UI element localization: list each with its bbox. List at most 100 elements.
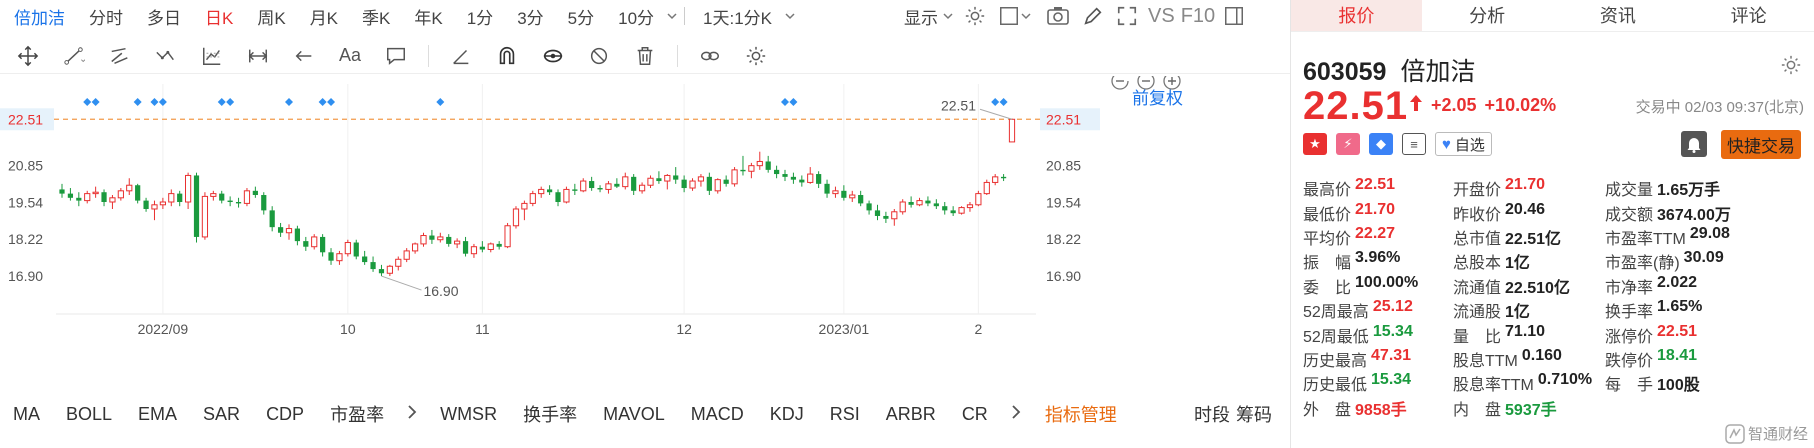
stat-cell: 52周最低 15.34 xyxy=(1303,323,1453,347)
eye-icon[interactable] xyxy=(531,41,575,71)
settings-icon[interactable] xyxy=(734,41,778,71)
chevron-down-icon[interactable] xyxy=(942,10,954,22)
stat-label: 市盈率TTM xyxy=(1605,230,1686,248)
lightning-icon[interactable]: ⚡ xyxy=(1336,133,1360,155)
stat-value: 100股 xyxy=(1657,377,1700,395)
indicator-arbr[interactable]: ARBR xyxy=(873,404,949,425)
tab-news[interactable]: 资讯 xyxy=(1553,0,1684,31)
y-tick-label-right: 22.51 xyxy=(1046,111,1081,127)
event-marker xyxy=(781,98,790,106)
stat-label: 52周最低 xyxy=(1303,328,1369,346)
indicator-turnover[interactable]: 换手率 xyxy=(510,401,590,427)
angle-tool-icon[interactable] xyxy=(439,41,483,71)
channel-tool-icon[interactable] xyxy=(98,41,142,71)
hide-icon[interactable] xyxy=(577,41,621,71)
link-icon[interactable] xyxy=(688,41,732,71)
text-tool-icon[interactable]: Aa xyxy=(328,41,372,71)
line-tool-icon[interactable] xyxy=(52,41,96,71)
tab-quote[interactable]: 报价 xyxy=(1291,0,1422,31)
chevron-down-icon[interactable] xyxy=(666,10,678,22)
candle-body xyxy=(807,173,814,183)
stock-name: 倍加洁 xyxy=(1400,58,1476,86)
chip-distribution-button[interactable]: 筹码 xyxy=(1236,401,1272,427)
period-1min[interactable]: 1分 xyxy=(455,4,505,29)
magnet-icon[interactable] xyxy=(485,41,529,71)
trash-icon[interactable] xyxy=(623,41,667,71)
tag-icon[interactable]: ◆ xyxy=(1369,133,1393,155)
indicator-cdp[interactable]: CDP xyxy=(253,404,317,425)
chevron-right-icon[interactable] xyxy=(397,404,427,425)
indicator-mavol[interactable]: MAVOL xyxy=(590,404,678,425)
indicator-wmsr[interactable]: WMSR xyxy=(427,404,510,425)
candle-body xyxy=(740,169,746,172)
time-period-button[interactable]: 时段 xyxy=(1194,401,1230,427)
note-tool-icon[interactable] xyxy=(374,41,418,71)
tab-comments[interactable]: 评论 xyxy=(1683,0,1814,31)
pen-icon[interactable] xyxy=(1082,5,1104,27)
indicator-macd[interactable]: MACD xyxy=(678,404,757,425)
fullscreen-icon[interactable] xyxy=(1116,5,1138,27)
chevron-right-icon[interactable] xyxy=(1001,404,1031,425)
indicator-boll[interactable]: BOLL xyxy=(53,404,125,425)
stat-value: 18.41 xyxy=(1657,346,1698,364)
candle-body xyxy=(832,190,839,195)
candle-body xyxy=(773,169,780,175)
chevron-down-icon[interactable] xyxy=(1020,10,1032,22)
period-daily-k[interactable]: 日K xyxy=(193,4,245,29)
watermark-logo: 智通财经 xyxy=(1725,423,1808,444)
document-icon[interactable]: ≡ xyxy=(1402,133,1426,155)
candle-body xyxy=(344,242,351,255)
chart-canvas[interactable]: 2022/09 10 11 12 2023/01 2 22.51 22.51 20.85 20.8… xyxy=(0,76,1290,386)
undo-icon[interactable] xyxy=(1111,76,1129,90)
candle-body xyxy=(689,180,696,189)
fib-tool-icon[interactable] xyxy=(190,41,234,71)
period-yearly-k[interactable]: 年K xyxy=(402,4,454,29)
tab-analysis[interactable]: 分析 xyxy=(1422,0,1553,31)
period-3min[interactable]: 3分 xyxy=(505,4,555,29)
vs-compare-button[interactable]: VS xyxy=(1148,5,1175,28)
bell-icon[interactable] xyxy=(1681,131,1707,157)
period-intraday[interactable]: 分时 xyxy=(77,4,135,29)
candlestick-chart[interactable]: 2022/09 10 11 12 2023/01 2 22.51 22.51 20.85 20.8… xyxy=(0,76,1290,386)
chart-type-icon[interactable] xyxy=(998,5,1020,27)
candle-body xyxy=(529,193,536,204)
stat-label: 每 手 xyxy=(1605,377,1654,395)
indicator-pe[interactable]: 市盈率 xyxy=(317,401,397,427)
stat-value: 1亿 xyxy=(1505,255,1530,273)
range-tool-icon[interactable] xyxy=(236,41,280,71)
period-quarterly-k[interactable]: 季K xyxy=(350,4,402,29)
period-multi-day[interactable]: 多日 xyxy=(135,4,193,29)
stock-name-tab[interactable]: 倍加洁 xyxy=(0,4,77,29)
panel-toggle-icon[interactable] xyxy=(1223,5,1245,27)
display-menu[interactable]: 显示 xyxy=(900,4,942,29)
camera-icon[interactable] xyxy=(1046,5,1070,27)
indicator-ema[interactable]: EMA xyxy=(125,404,190,425)
candle-body xyxy=(1000,176,1007,179)
crosshair-icon[interactable] xyxy=(6,41,50,71)
stat-value: 71.10 xyxy=(1505,322,1546,340)
candle-body xyxy=(765,161,771,170)
period-weekly-k[interactable]: 周K xyxy=(245,4,297,29)
indicator-manager-button[interactable]: 指标管理 xyxy=(1031,401,1117,427)
period-dropdown[interactable]: 1天:1分K xyxy=(691,4,784,29)
indicator-kdj[interactable]: KDJ xyxy=(757,404,817,425)
chevron-down-icon[interactable] xyxy=(784,10,796,22)
indicator-sar[interactable]: SAR xyxy=(190,404,253,425)
f10-button[interactable]: F10 xyxy=(1181,5,1215,28)
period-10min[interactable]: 10分 xyxy=(606,4,666,29)
indicator-ma[interactable]: MA xyxy=(0,404,53,425)
stat-value: 100.00% xyxy=(1355,273,1419,291)
indicator-rsi[interactable]: RSI xyxy=(817,404,873,425)
stats-row: 外 盘 9858手内 盘 5937手 xyxy=(1303,396,1814,420)
period-5min[interactable]: 5分 xyxy=(556,4,606,29)
quick-trade-button[interactable]: 快捷交易 xyxy=(1721,130,1801,159)
gear-icon[interactable] xyxy=(1780,54,1802,76)
add-watchlist-button[interactable]: ♥ 自选 xyxy=(1435,132,1492,156)
wave-tool-icon[interactable] xyxy=(144,41,188,71)
indicator-cr[interactable]: CR xyxy=(949,404,1001,425)
settings-icon[interactable] xyxy=(964,5,986,27)
restore-adjust-button[interactable]: 前复权 xyxy=(1132,84,1183,109)
period-monthly-k[interactable]: 月K xyxy=(298,4,350,29)
arrow-tool-icon[interactable] xyxy=(282,41,326,71)
candle-body xyxy=(899,201,906,213)
